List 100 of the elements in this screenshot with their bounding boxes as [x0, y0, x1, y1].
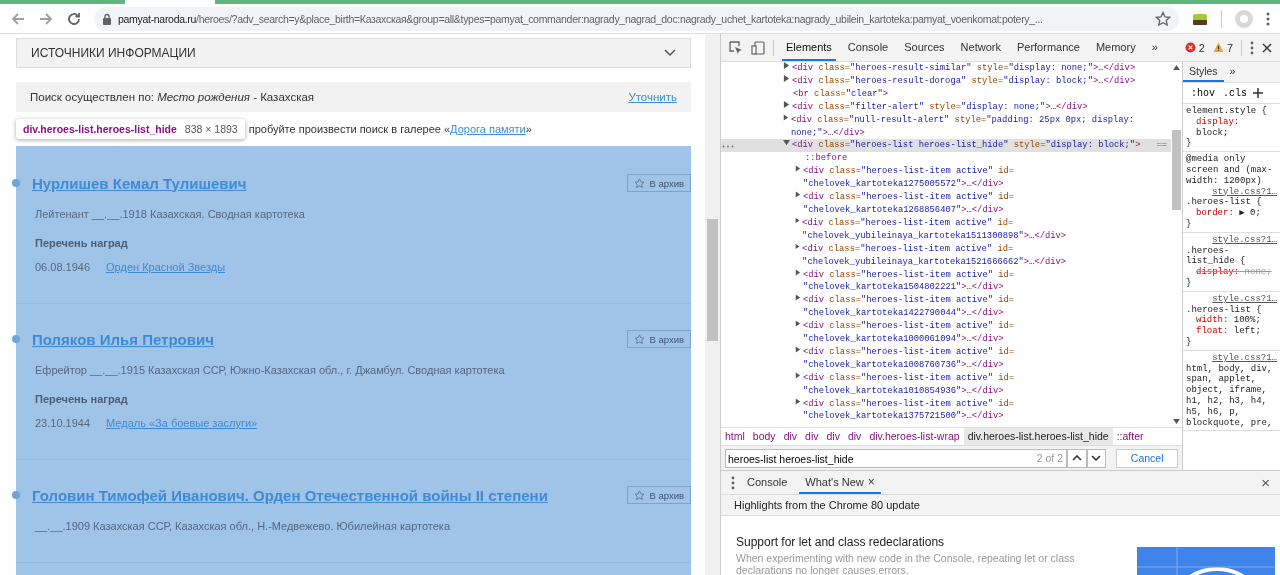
- collapsed-triangle-icon[interactable]: [795, 191, 801, 199]
- source-link[interactable]: style.css?1…: [1186, 234, 1277, 246]
- url-text: pamyat-naroda.ru/heroes/?adv_search=y&place_birth=Казахская&group=all&types=pamyat_commander:nagrady_nagrad_doc:nagrady_uchet_kartoteka:nagrady_ubilein_kartoteka:pamyat_voenkomat:potery_...: [118, 12, 1044, 25]
- dom-node[interactable]: <div class="heroes-result-similar" style="display: none;">…</div>: [792, 62, 1136, 75]
- media-query: @media only screen and (max-width: 1200px): [1186, 154, 1274, 187]
- expanded-triangle-icon[interactable]: [783, 139, 790, 147]
- dom-node[interactable]: <div class="heroes-list-item active" id="chelovek_kartoteka1008760736">…</div>: [802, 345, 1149, 372]
- gallery-link[interactable]: Дорога памяти: [450, 123, 526, 135]
- back-icon[interactable]: [10, 10, 26, 27]
- devtools-tab[interactable]: Memory: [1091, 34, 1140, 61]
- dom-node[interactable]: <div class="heroes-list-item active" id="chelovek_kartoteka1504802221">…</div>: [802, 268, 1149, 295]
- dom-node[interactable]: <div class="null-result-alert" style="padding: 25px 0px; display: none;">…</div>: [790, 113, 1149, 140]
- dom-node[interactable]: <div class="filter-alert" style="display: none;">…</div>: [792, 100, 1088, 114]
- kebab-menu-icon[interactable]: [731, 475, 735, 490]
- devtools-tab[interactable]: Elements: [782, 34, 836, 61]
- breadcrumb[interactable]: div: [779, 428, 802, 445]
- address-bar[interactable]: pamyat-naroda.ru/heroes/?adv_search=y&place_birth=Казахская&group=all&types=pamyat_commander:nagrady_nagrad_doc:nagrady_uchet_kartoteka:nagrady_ubilein_kartoteka:pamyat_voenkomat:potery_...: [94, 6, 1179, 31]
- kebab-menu-icon[interactable]: [1250, 40, 1254, 55]
- source-link[interactable]: style.css?1…: [1186, 293, 1277, 305]
- collapsed-triangle-icon[interactable]: [795, 345, 801, 353]
- dom-node[interactable]: <div class="heroes-list-item active" id="chelovek_yubileinaya_kartoteka1511300898">…</div>: [802, 216, 1149, 243]
- collapsed-triangle-icon[interactable]: [783, 62, 790, 69]
- collapsed-triangle-icon[interactable]: [795, 216, 801, 224]
- collapsed-triangle-icon[interactable]: [795, 294, 801, 302]
- inspect-element-icon[interactable]: [729, 40, 743, 55]
- warning-count[interactable]: 7: [1226, 41, 1233, 54]
- breadcrumb[interactable]: div.heroes-list.heroes-list_hide: [963, 428, 1113, 445]
- selected-marker: ==: [1156, 139, 1167, 153]
- scroll-up-icon[interactable]: [1173, 65, 1180, 70]
- collapsed-triangle-icon[interactable]: [795, 242, 801, 250]
- dom-node[interactable]: <div class="heroes-result-doroga" style="display: block;">…</div>: [792, 74, 1136, 88]
- archive-button[interactable]: В архив: [627, 486, 691, 504]
- collapsed-triangle-icon[interactable]: [783, 113, 789, 121]
- css-declaration[interactable]: display: block;: [1186, 116, 1277, 139]
- dom-node[interactable]: <div class="heroes-list heroes-list_hide" style="display: block;">: [792, 139, 1141, 153]
- dom-node[interactable]: ::before: [805, 152, 848, 166]
- chevron-up-icon: [1071, 455, 1082, 461]
- sources-panel[interactable]: ИСТОЧНИКИ ИНФОРМАЦИИ: [16, 38, 691, 68]
- dom-node[interactable]: <div class="heroes-list-item active" id="chelovek_kartoteka1375721500">…</div>: [802, 397, 1149, 424]
- dom-node[interactable]: <br class="clear">: [793, 87, 889, 101]
- devtools-tab[interactable]: Console: [843, 34, 893, 61]
- css-declaration[interactable]: float: left;: [1186, 326, 1277, 337]
- class-button[interactable]: .cls: [1221, 87, 1250, 99]
- breadcrumb[interactable]: div: [822, 428, 844, 445]
- css-selector: html, body, div, span, applet, object, iframe, h1, h2, h3, h4, h5, h6, p, blockquote, pre,: [1186, 363, 1274, 429]
- dom-node[interactable]: <div class="heroes-list-item active" id="chelovek_kartoteka1268856407">…</div>: [802, 191, 1149, 217]
- css-declaration[interactable]: border: ▶ 0;: [1186, 208, 1277, 219]
- next-match-button[interactable]: [1086, 448, 1107, 468]
- archive-button[interactable]: В архив: [627, 330, 691, 348]
- source-link[interactable]: style.css?1…: [1186, 186, 1277, 198]
- collapsed-triangle-icon[interactable]: [795, 397, 801, 405]
- reload-icon[interactable]: [66, 10, 82, 27]
- star-icon[interactable]: [1155, 10, 1171, 27]
- dom-node[interactable]: <div class="heroes-list-item active" id="chelovek_kartoteka1422790044">…</div>: [802, 294, 1149, 321]
- scrollbar-thumb[interactable]: [1172, 130, 1181, 210]
- breadcrumb[interactable]: div: [843, 428, 866, 445]
- more-tabs-button[interactable]: »: [1147, 34, 1162, 61]
- source-link[interactable]: style.css?1…: [1186, 352, 1277, 364]
- match-count: 2 of 2: [1036, 451, 1063, 464]
- dom-node[interactable]: <div class="heroes-list-item active" id="chelovek_yubileinaya_kartoteka1521666662">…</div>: [802, 242, 1149, 269]
- breadcrumb[interactable]: html: [721, 428, 749, 445]
- css-declaration[interactable]: display: none;: [1186, 267, 1277, 278]
- menu-icon[interactable]: [1266, 10, 1270, 27]
- star-icon: [634, 333, 646, 345]
- breadcrumb[interactable]: ::after: [1112, 428, 1148, 445]
- devtools-tab[interactable]: Network: [956, 34, 1005, 61]
- error-count[interactable]: 2: [1198, 41, 1205, 54]
- devtools-tab[interactable]: Performance: [1012, 34, 1084, 61]
- forward-icon[interactable]: [38, 10, 54, 27]
- close-icon[interactable]: [1262, 42, 1272, 53]
- collapsed-triangle-icon[interactable]: [795, 268, 801, 276]
- archive-button[interactable]: В архив: [627, 174, 691, 192]
- scroll-down-icon[interactable]: [1173, 419, 1180, 424]
- breadcrumb[interactable]: div.heroes-list-wrap: [865, 428, 964, 445]
- breadcrumb[interactable]: body: [748, 428, 780, 445]
- more-dots-icon[interactable]: [722, 145, 734, 149]
- dom-node[interactable]: <div class="heroes-list-item active" id="chelovek_kartoteka1000061094">…</div>: [802, 320, 1149, 346]
- hover-state-button[interactable]: :hov: [1189, 87, 1217, 99]
- plus-icon[interactable]: [1253, 88, 1264, 98]
- styles-tab[interactable]: Styles: [1183, 62, 1224, 82]
- css-declaration[interactable]: width: 100%;: [1186, 315, 1277, 327]
- breadcrumb[interactable]: div: [801, 428, 823, 445]
- device-toolbar-icon[interactable]: [751, 40, 765, 55]
- previous-match-button[interactable]: [1067, 448, 1087, 468]
- cancel-button[interactable]: Cancel: [1116, 448, 1178, 468]
- dom-node[interactable]: <div class="heroes-list-item active" id="chelovek_kartoteka1010854936">…</div>: [802, 371, 1149, 398]
- scrollbar-thumb[interactable]: [707, 219, 718, 341]
- close-drawer-button[interactable]: ×: [1261, 474, 1270, 491]
- sources-title: ИСТОЧНИКИ ИНФОРМАЦИИ: [31, 46, 196, 60]
- drawer-tab[interactable]: Console: [741, 471, 794, 494]
- collapsed-triangle-icon[interactable]: [783, 100, 790, 108]
- collapsed-triangle-icon[interactable]: [795, 165, 801, 173]
- devtools-tab[interactable]: Sources: [900, 34, 949, 61]
- collapsed-triangle-icon[interactable]: [783, 74, 790, 82]
- collapsed-triangle-icon[interactable]: [795, 320, 801, 328]
- hero-details: Ефрейтор __.__.1915 Казахская ССР, Южно-Казахская обл., г. Джамбул. Сводная картотека: [35, 364, 506, 376]
- collapsed-triangle-icon[interactable]: [795, 371, 801, 379]
- dom-node[interactable]: <div class="heroes-list-item active" id="chelovek_kartoteka1275005572">…</div>: [802, 165, 1149, 192]
- more-panes-button[interactable]: »: [1223, 62, 1242, 82]
- search-criteria-text: Поиск осуществлен по: Место рождения - Казахская: [30, 91, 315, 103]
